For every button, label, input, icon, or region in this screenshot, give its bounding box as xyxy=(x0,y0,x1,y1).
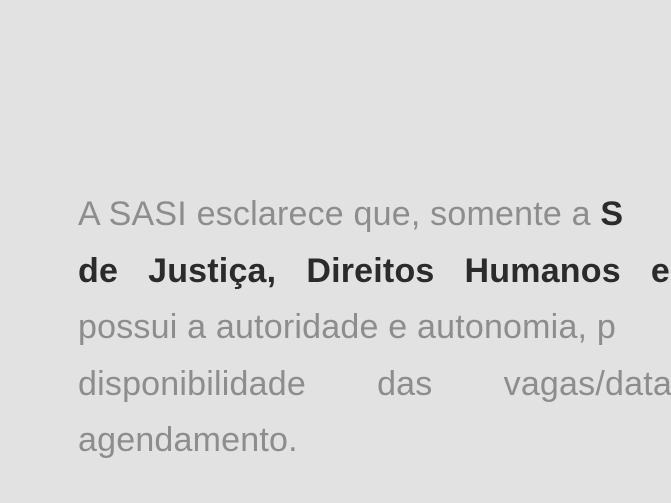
notice-line-1-strong: S xyxy=(600,195,624,233)
notice-line-3: possui a autoridade e autonomia, p xyxy=(78,308,616,347)
notice-line-1: A SASI esclarece que, somente a S xyxy=(78,186,671,243)
notice-line-4-word-2: das xyxy=(377,364,433,403)
notice-line-1-text: A SASI esclarece que, somente a xyxy=(78,195,591,233)
notice-paragraph: A SASI esclarece que, somente a S de Jus… xyxy=(78,186,671,469)
notice-line-4-word-1: disponibilidade xyxy=(78,364,306,403)
notice-line-5: agendamento. xyxy=(78,421,298,460)
notice-line-4: disponibilidade das vagas/data xyxy=(78,356,671,413)
notice-line-2: de Justiça, Direitos Humanos e xyxy=(78,243,670,300)
notice-line-2-word-3: Direitos xyxy=(306,251,435,290)
notice-line-2-word-5: e xyxy=(650,251,670,290)
notice-line-2-word-2: Justiça, xyxy=(148,251,277,290)
notice-line-2-word-1: de xyxy=(78,251,119,290)
notice-line-4-word-3: vagas/data xyxy=(503,364,671,403)
notice-line-2-word-4: Humanos xyxy=(464,251,621,290)
